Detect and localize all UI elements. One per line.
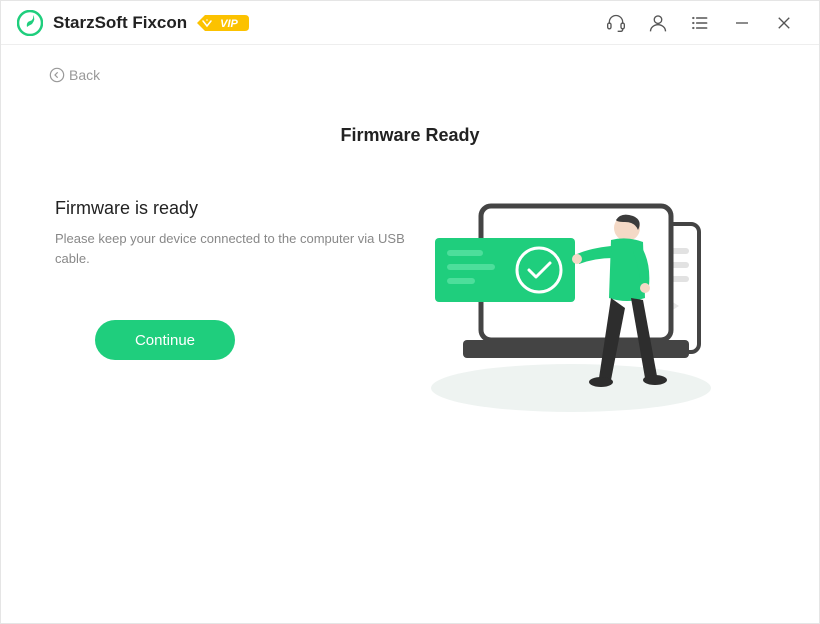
- titlebar: StarzSoft Fixcon VIP: [1, 1, 819, 45]
- back-button[interactable]: Back: [41, 45, 779, 83]
- support-icon[interactable]: [601, 8, 631, 38]
- continue-button[interactable]: Continue: [95, 320, 235, 360]
- content-area: Back Firmware Ready Firmware is ready Pl…: [1, 45, 819, 623]
- illustration-area: [421, 198, 769, 418]
- app-logo-icon: [17, 10, 43, 36]
- chevron-left-icon: [49, 67, 65, 83]
- app-title: StarzSoft Fixcon: [53, 13, 187, 33]
- minimize-icon[interactable]: [727, 8, 757, 38]
- left-column: Firmware is ready Please keep your devic…: [51, 198, 421, 418]
- close-icon[interactable]: [769, 8, 799, 38]
- back-label: Back: [69, 67, 100, 83]
- page-title: Firmware Ready: [41, 125, 779, 146]
- main-row: Firmware is ready Please keep your devic…: [41, 198, 779, 418]
- instruction-text: Please keep your device connected to the…: [55, 229, 421, 268]
- account-icon[interactable]: [643, 8, 673, 38]
- sub-heading: Firmware is ready: [55, 198, 421, 219]
- firmware-ready-illustration-icon: [421, 188, 741, 418]
- vip-badge-icon: VIP: [197, 13, 249, 33]
- svg-text:VIP: VIP: [220, 18, 238, 30]
- menu-icon[interactable]: [685, 8, 715, 38]
